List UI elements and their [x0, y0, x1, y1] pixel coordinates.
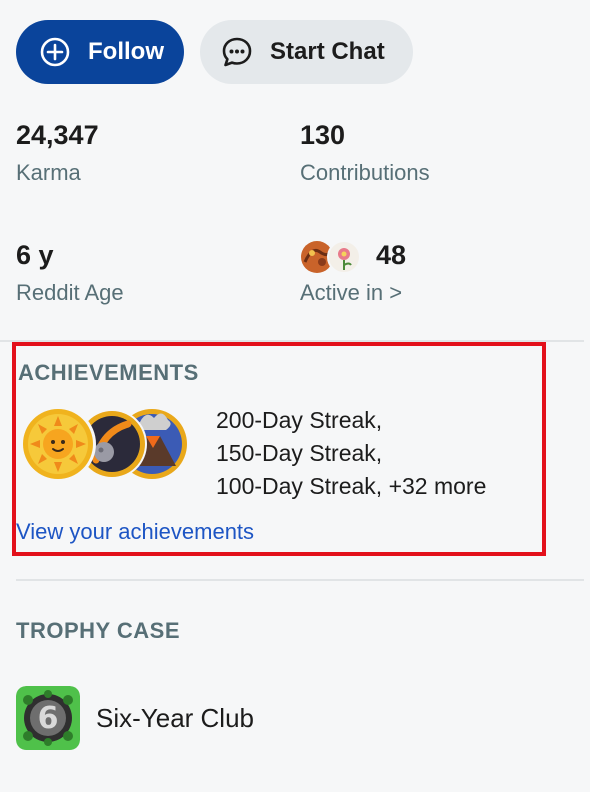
plus-circle-icon: [38, 35, 72, 69]
start-chat-button[interactable]: Start Chat: [200, 20, 413, 84]
community-avatars: [300, 240, 364, 274]
trophy-case-heading: TROPHY CASE: [16, 618, 181, 643]
achievement-badges[interactable]: [20, 402, 192, 484]
achievements-heading: ACHIEVEMENTS: [18, 360, 199, 385]
active-in-link[interactable]: Active in >: [300, 280, 402, 306]
achievement-line-3: 100-Day Streak, +32 more: [216, 473, 487, 499]
six-year-club-icon: 6: [16, 686, 80, 750]
chat-bubble-icon: [220, 35, 254, 69]
karma-value: 24,347: [16, 120, 99, 150]
achievement-line-1: 200-Day Streak,: [216, 407, 383, 433]
reddit-age-label: Reddit Age: [16, 280, 124, 305]
divider: [16, 579, 584, 581]
achievement-line-2: 150-Day Streak,: [216, 440, 383, 466]
contributions-value: 130: [300, 120, 346, 150]
active-in-value: 48: [376, 240, 407, 270]
trophy-name[interactable]: Six-Year Club: [96, 703, 254, 734]
start-chat-label: Start Chat: [270, 38, 385, 65]
contributions-label: Contributions: [300, 160, 430, 185]
follow-button[interactable]: Follow: [16, 20, 184, 84]
view-achievements-link[interactable]: View your achievements: [16, 519, 254, 545]
svg-text:6: 6: [38, 701, 59, 736]
reddit-age-value: 6 y: [16, 240, 54, 270]
follow-label: Follow: [88, 38, 164, 65]
karma-label: Karma: [16, 160, 81, 185]
